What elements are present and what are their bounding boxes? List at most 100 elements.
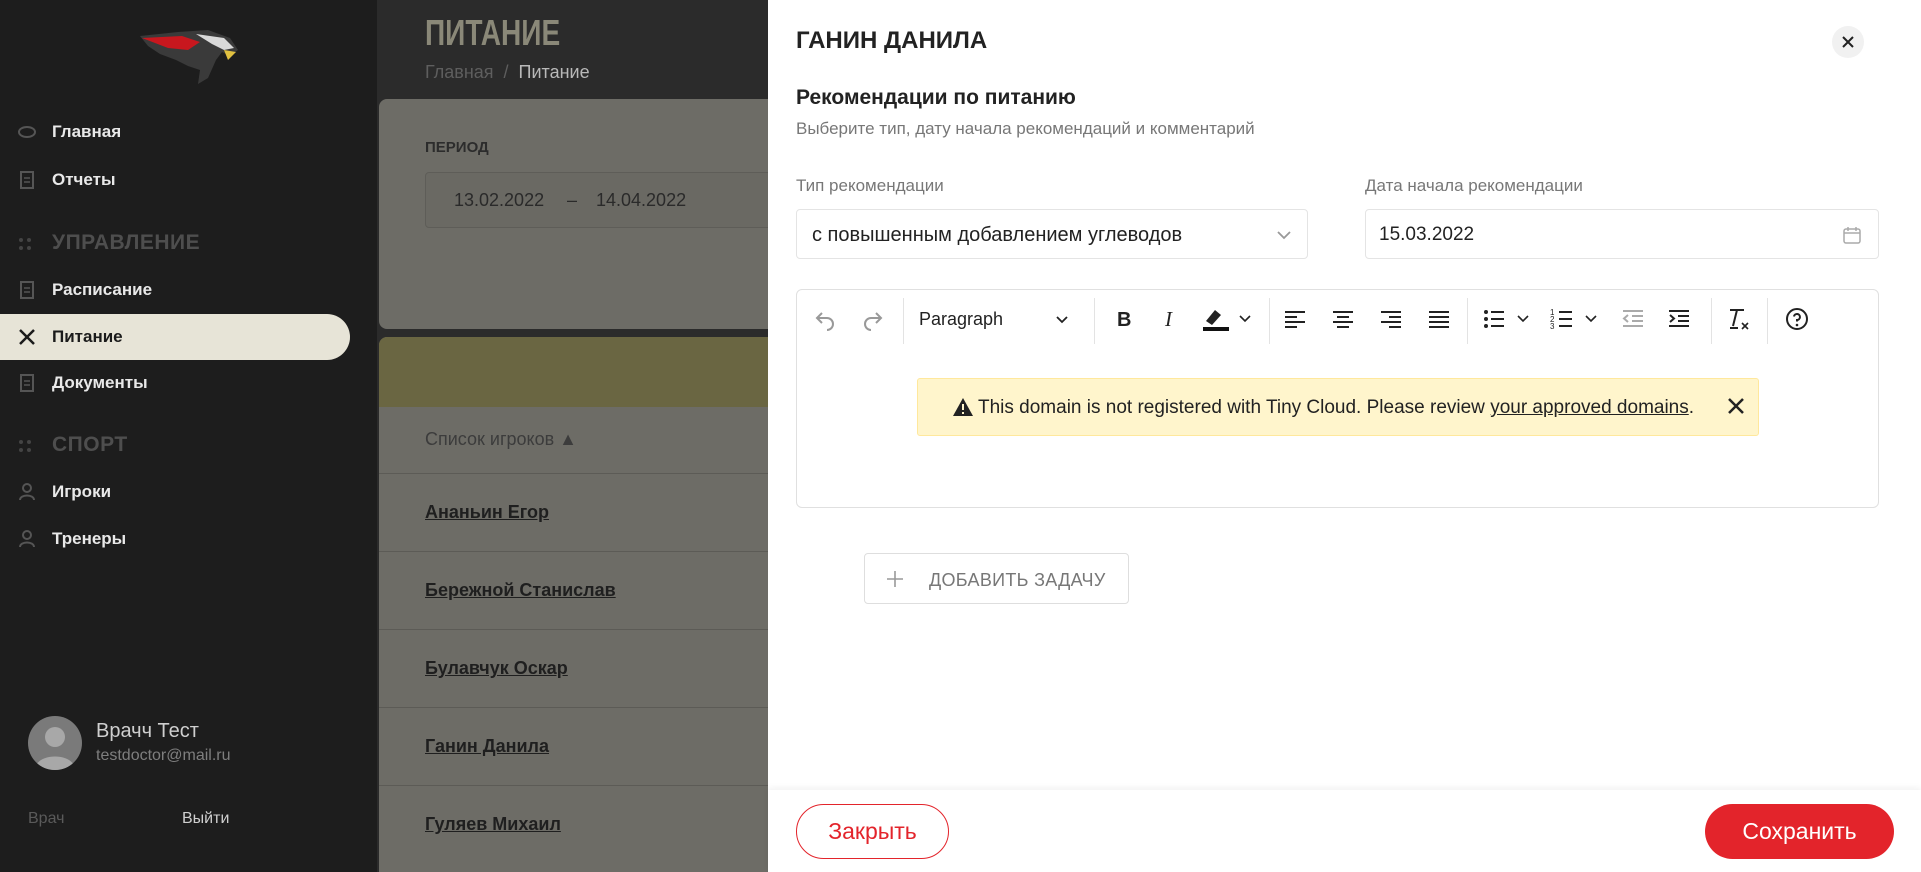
clear-formatting-button[interactable] [1723, 303, 1755, 335]
undo-icon [815, 312, 834, 331]
dots-icon [19, 440, 31, 452]
breadcrumb-separator: / [503, 62, 509, 82]
indent-icon [1669, 310, 1689, 327]
user-icon [19, 530, 35, 548]
player-link[interactable]: Бережной Станислав [425, 580, 616, 601]
sidebar-item-label: Питание [52, 327, 123, 346]
redo-button[interactable] [857, 303, 889, 335]
block-format-select[interactable]: Paragraph [907, 303, 1082, 335]
player-link[interactable]: Ананьин Егор [425, 502, 549, 523]
numbered-list-button[interactable]: 123 [1549, 303, 1605, 335]
breadcrumb-current: Питание [518, 62, 590, 82]
editor-toolbar: Paragraph B I 1 2 3 [797, 290, 1878, 348]
toolbar-divider [1767, 298, 1768, 344]
modal-close-button[interactable] [1832, 26, 1864, 58]
save-button[interactable]: Сохранить [1705, 804, 1894, 859]
period-card: ПЕРИОД 13.02.2022 – 14.04.2022 [379, 99, 799, 329]
notice-close-icon[interactable] [1726, 396, 1746, 416]
period-label: ПЕРИОД [425, 139, 489, 156]
align-center-button[interactable] [1327, 303, 1359, 335]
date-label: Дата начала рекомендации [1365, 176, 1583, 195]
rich-text-editor: Paragraph B I 1 2 3 This domain is not r… [796, 289, 1879, 508]
sidebar-item-coaches[interactable]: Тренеры [0, 516, 350, 562]
table-row: Ганин Данила [379, 707, 799, 786]
bullet-list-icon [1484, 310, 1529, 328]
close-button[interactable]: Закрыть [796, 804, 949, 859]
approved-domains-link[interactable]: your approved domains [1490, 397, 1689, 418]
outdent-button[interactable] [1617, 303, 1649, 335]
toolbar-divider [1711, 298, 1712, 344]
document-icon [20, 171, 34, 189]
toolbar-divider [903, 298, 904, 344]
period-dash: – [567, 190, 578, 210]
bullet-list-button[interactable] [1481, 303, 1537, 335]
table-row: Булавчук Оскар [379, 629, 799, 708]
section-heading-manage: УПРАВЛЕНИЕ [52, 231, 201, 254]
recommendation-type-select[interactable]: с повышенным добавлением углеводов [796, 209, 1308, 259]
user-icon [19, 483, 35, 501]
close-icon [1842, 36, 1854, 48]
period-range-input[interactable]: 13.02.2022 – 14.04.2022 [425, 172, 787, 228]
player-link[interactable]: Ганин Данила [425, 736, 549, 757]
redo-icon [864, 312, 883, 331]
svg-text:3: 3 [1550, 322, 1555, 331]
plus-icon [887, 571, 903, 587]
help-button[interactable] [1781, 303, 1813, 335]
notice-text: This domain is not registered with Tiny … [978, 397, 1491, 418]
bold-button[interactable]: B [1107, 303, 1139, 335]
logout-link[interactable]: Выйти [182, 810, 229, 828]
highlight-color-button[interactable] [1199, 303, 1255, 335]
section-heading-sport: СПОРТ [52, 433, 128, 456]
add-task-label: ДОБАВИТЬ ЗАДАЧУ [929, 570, 1106, 590]
sidebar-item-schedule[interactable]: Расписание [0, 267, 350, 313]
user-role: Врач [28, 810, 65, 827]
highlighter-icon [1203, 310, 1251, 331]
italic-button[interactable]: I [1153, 303, 1185, 335]
sidebar-item-players[interactable]: Игроки [0, 469, 350, 515]
align-center-icon [1333, 311, 1353, 328]
player-link[interactable]: Гуляев Михаил [425, 814, 561, 835]
sidebar-item-nutrition[interactable]: Питание [0, 314, 350, 360]
team-logo-eagle-icon [140, 30, 238, 84]
align-left-icon [1285, 311, 1305, 328]
list-header-band [379, 337, 799, 407]
player-link[interactable]: Булавчук Оскар [425, 658, 568, 679]
modal-footer: Закрыть Сохранить [768, 790, 1921, 872]
user-name: Врачч Тест [96, 720, 199, 742]
breadcrumb: Главная / Питание [425, 62, 590, 83]
align-justify-icon [1429, 311, 1449, 328]
sidebar-item-label: Тренеры [52, 529, 127, 548]
bold-icon: B [1117, 309, 1131, 330]
outdent-icon [1622, 310, 1643, 327]
document-icon [20, 374, 34, 392]
svg-text:I: I [1164, 308, 1173, 330]
notice-message: This domain is not registered with Tiny … [978, 397, 1694, 419]
start-date-input[interactable]: 15.03.2022 [1365, 209, 1879, 259]
undo-button[interactable] [809, 303, 841, 335]
players-list-header[interactable]: Список игроков ▲ [425, 429, 577, 450]
dots-icon [19, 238, 31, 250]
sidebar-item-reports[interactable]: Отчеты [0, 157, 350, 203]
add-task-button[interactable]: ДОБАВИТЬ ЗАДАЧУ [864, 553, 1129, 604]
breadcrumb-home[interactable]: Главная [425, 62, 494, 82]
sidebar-item-home[interactable]: Главная [0, 109, 350, 155]
toolbar-divider [1269, 298, 1270, 344]
calendar-icon[interactable] [1842, 225, 1862, 245]
sidebar-item-documents[interactable]: Документы [0, 360, 350, 406]
italic-icon: I [1164, 308, 1173, 330]
sidebar-item-label: Главная [52, 122, 122, 141]
section-title: Рекомендации по питанию [796, 86, 1076, 109]
align-right-button[interactable] [1375, 303, 1407, 335]
table-row: Бережной Станислав [379, 551, 799, 630]
warning-icon [953, 398, 973, 416]
toolbar-divider [1094, 298, 1095, 344]
align-left-button[interactable] [1279, 303, 1311, 335]
align-justify-button[interactable] [1423, 303, 1455, 335]
sidebar-item-label: Отчеты [52, 170, 116, 189]
sidebar-item-label: Расписание [52, 280, 153, 299]
page-title: ПИТАНИЕ [425, 12, 561, 53]
indent-button[interactable] [1663, 303, 1695, 335]
players-list-card: Список игроков ▲ Ананьин Егор Бережной С… [379, 337, 799, 872]
period-from: 13.02.2022 [454, 190, 545, 210]
toolbar-divider [1467, 298, 1468, 344]
